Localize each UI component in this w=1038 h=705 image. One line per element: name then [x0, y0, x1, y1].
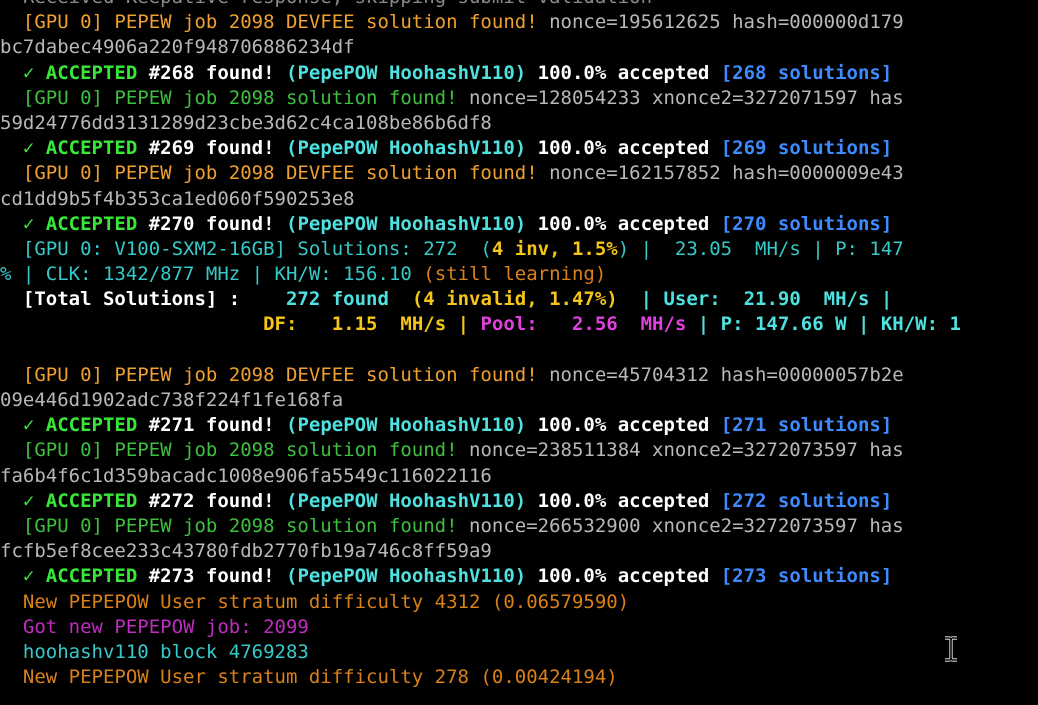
terminal-line: hoohashv110 block 4769283 [0, 640, 1038, 665]
terminal-text-segment: cd1dd9b5f4b353ca1ed060f590253e8 [0, 187, 355, 210]
terminal-text-segment: New PEPEPOW User stratum difficulty 4312… [0, 590, 630, 613]
terminal-text-segment: [GPU 0: V100-SXM2-16GB] Solutions: 272 ( [0, 237, 492, 260]
terminal-text-segment: nonce=162157852 hash=0000009e43 [549, 162, 904, 185]
terminal-line: New PEPEPOW User stratum difficulty 278 … [0, 665, 1038, 690]
terminal-text-segment: [270 solutions] [720, 212, 893, 235]
terminal-text-segment: ) | 23.05 MH/s | P: 147 [617, 237, 904, 260]
terminal-text-segment: (PepePOW HoohashV110) [286, 414, 538, 437]
terminal-text-segment: Received Keepative response; skipping su… [0, 0, 652, 8]
terminal-line: 59d24776dd3131289d23cbe3d62c4ca108be86b6… [0, 111, 1038, 136]
terminal-text-segment: (PepePOW HoohashV110) [286, 212, 538, 235]
terminal-text-segment: Got new PEPEPOW job: 2099 [0, 615, 309, 638]
terminal-text-segment: nonce=195612625 hash=000000d179 [549, 11, 904, 34]
terminal-line: cd1dd9b5f4b353ca1ed060f590253e8 [0, 187, 1038, 212]
terminal-text-segment: [GPU 0] PEPEW job 2098 solution found! [0, 514, 469, 537]
terminal-text-segment: ✓ ACCEPTED [0, 565, 149, 588]
terminal-text-segment: DF: 1.15 MH/s | [263, 313, 481, 336]
terminal-text-segment: 100.0% accepted [537, 414, 721, 437]
terminal-text-segment: nonce=266532900 xnonce2=3272073597 has [469, 514, 904, 537]
terminal-text-segment: [272 solutions] [720, 489, 893, 512]
terminal-text-segment: [269 solutions] [720, 137, 893, 160]
terminal-line: Received Keepative response; skipping su… [0, 0, 1038, 10]
terminal-line: [GPU 0] PEPEW job 2098 DEVFEE solution f… [0, 363, 1038, 388]
terminal-text-segment: #272 found! [148, 489, 286, 512]
terminal-text-segment: 100.0% accepted [537, 489, 721, 512]
terminal-line: ✓ ACCEPTED #271 found! (PepePOW HoohashV… [0, 413, 1038, 438]
terminal-output[interactable]: Received Keepative response; skipping su… [0, 0, 1038, 705]
terminal-line: bc7dabec4906a220f948706886234df [0, 35, 1038, 60]
terminal-line: 09e446d1902adc738f224f1fe168fa [0, 388, 1038, 413]
terminal-text-segment: [Total Solutions] : [0, 288, 252, 311]
terminal-text-segment: fcfb5ef8cee233c43780fdb2770fb19a746c8ff5… [0, 540, 492, 563]
terminal-text-segment: Pool: 2.56 MH/s [480, 313, 687, 336]
terminal-line: Got new PEPEPOW job: 2099 [0, 615, 1038, 640]
terminal-text-segment: [273 solutions] [720, 565, 893, 588]
terminal-text-segment: [GPU 0] PEPEW job 2098 DEVFEE solution f… [0, 162, 550, 185]
terminal-text-segment: ✓ ACCEPTED [0, 61, 149, 84]
terminal-line: ✓ ACCEPTED #272 found! (PepePOW HoohashV… [0, 489, 1038, 514]
terminal-text-segment: nonce=45704312 hash=00000057b2e [549, 363, 904, 386]
terminal-text-segment: [GPU 0] PEPEW job 2098 solution found! [0, 439, 469, 462]
terminal-text-segment: 100.0% accepted [537, 137, 721, 160]
terminal-text-segment: | P: 147.66 W | KH/W: 1 [686, 313, 961, 336]
terminal-text-segment: % | CLK: 1342/877 MHz | KH/W: 156.10 [0, 263, 424, 286]
terminal-text-segment: #273 found! [148, 565, 286, 588]
terminal-text-segment: #268 found! [148, 61, 286, 84]
terminal-line: fa6b4f6c1d359bacadc1008e906fa5549c116022… [0, 464, 1038, 489]
terminal-text-segment: ✓ ACCEPTED [0, 489, 149, 512]
terminal-text-segment: 09e446d1902adc738f224f1fe168fa [0, 389, 344, 411]
terminal-text-segment: [GPU 0] PEPEW job 2098 DEVFEE solution f… [0, 11, 550, 34]
terminal-text-segment: (PepePOW HoohashV110) [286, 61, 538, 84]
terminal-line: [GPU 0] PEPEW job 2098 solution found! n… [0, 86, 1038, 111]
terminal-text-segment: #269 found! [148, 137, 286, 160]
terminal-text-segment: 59d24776dd3131289d23cbe3d62c4ca108be86b6… [0, 111, 492, 134]
terminal-text-segment: 272 found [251, 288, 412, 311]
terminal-text-segment: New PEPEPOW User stratum difficulty 278 … [0, 666, 618, 689]
terminal-text-segment: 4 inv, 1.5% [491, 237, 618, 260]
terminal-line: [Total Solutions] : 272 found (4 invalid… [0, 287, 1038, 312]
terminal-text-segment: 100.0% accepted [537, 212, 721, 235]
terminal-text-segment: (PepePOW HoohashV110) [286, 489, 538, 512]
terminal-text-segment: ✓ ACCEPTED [0, 414, 149, 437]
terminal-text-segment: (PepePOW HoohashV110) [286, 565, 538, 588]
terminal-line: ✓ ACCEPTED #273 found! (PepePOW HoohashV… [0, 564, 1038, 589]
terminal-line: % | CLK: 1342/877 MHz | KH/W: 156.10 (st… [0, 262, 1038, 287]
terminal-text-segment: #270 found! [148, 212, 286, 235]
terminal-line: [GPU 0] PEPEW job 2098 DEVFEE solution f… [0, 161, 1038, 186]
terminal-text-segment: ✓ ACCEPTED [0, 137, 149, 160]
terminal-text-segment: [GPU 0] PEPEW job 2098 DEVFEE solution f… [0, 363, 550, 386]
terminal-line: [GPU 0] PEPEW job 2098 solution found! n… [0, 438, 1038, 463]
terminal-line: [GPU 0: V100-SXM2-16GB] Solutions: 272 (… [0, 237, 1038, 262]
terminal-line: New PEPEPOW User stratum difficulty 4312… [0, 590, 1038, 615]
terminal-line: [GPU 0] PEPEW job 2098 solution found! n… [0, 514, 1038, 539]
terminal-line: [GPU 0] PEPEW job 2098 DEVFEE solution f… [0, 10, 1038, 35]
terminal-text-segment: bc7dabec4906a220f948706886234df [0, 36, 355, 59]
i-beam-cursor-icon [941, 636, 961, 662]
terminal-text-segment: ✓ ACCEPTED [0, 212, 149, 235]
terminal-line: DF: 1.15 MH/s | Pool: 2.56 MH/s | P: 147… [0, 312, 1038, 337]
terminal-text-segment: (4 invalid, 1.47%) [411, 288, 618, 311]
terminal-text-segment: [268 solutions] [720, 61, 893, 84]
terminal-line: ✓ ACCEPTED #270 found! (PepePOW HoohashV… [0, 212, 1038, 237]
terminal-text-segment: | User: 21.90 MH/s | [617, 288, 893, 311]
terminal-line: fcfb5ef8cee233c43780fdb2770fb19a746c8ff5… [0, 539, 1038, 564]
terminal-line: ✓ ACCEPTED #268 found! (PepePOW HoohashV… [0, 61, 1038, 86]
terminal-text-segment: 100.0% accepted [537, 565, 721, 588]
terminal-text-segment: fa6b4f6c1d359bacadc1008e906fa5549c116022… [0, 464, 492, 487]
terminal-text-segment: nonce=238511384 xnonce2=3272073597 has [469, 439, 904, 462]
terminal-text-segment: [GPU 0] PEPEW job 2098 solution found! [0, 86, 469, 109]
terminal-text-segment: hoohashv110 block 4769283 [0, 640, 309, 663]
terminal-text-segment: (still learning) [423, 263, 607, 286]
terminal-text-segment: #271 found! [148, 414, 286, 437]
terminal-text-segment: 100.0% accepted [537, 61, 721, 84]
terminal-text-segment: nonce=128054233 xnonce2=3272071597 has [469, 86, 904, 109]
terminal-line: ✓ ACCEPTED #269 found! (PepePOW HoohashV… [0, 136, 1038, 161]
terminal-text-segment: (PepePOW HoohashV110) [286, 137, 538, 160]
terminal-text-segment: [271 solutions] [720, 414, 893, 437]
